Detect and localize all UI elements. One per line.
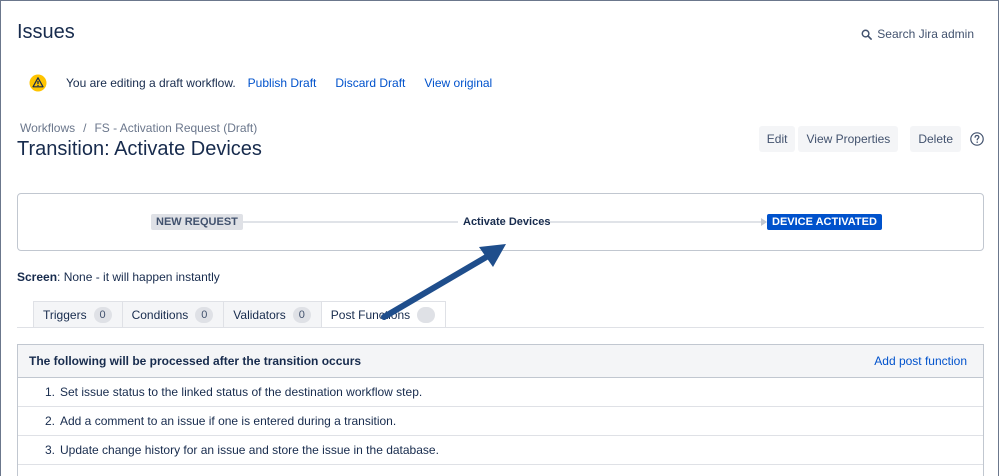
breadcrumb: Workflows / FS - Activation Request (Dra… bbox=[20, 121, 257, 135]
screen-value: : None - it will happen instantly bbox=[57, 270, 220, 284]
status-from-lozenge: NEW REQUEST bbox=[151, 214, 243, 230]
page-title: Issues bbox=[17, 21, 75, 43]
item-number: 1. bbox=[44, 385, 55, 399]
search-icon bbox=[861, 29, 873, 40]
screen-info: Screen: None - it will happen instantly bbox=[17, 270, 220, 284]
tab-label: Triggers bbox=[43, 307, 87, 322]
transition-name-label: Activate Devices bbox=[463, 216, 551, 228]
tab-post-functions[interactable]: Post Functions bbox=[321, 301, 447, 328]
view-properties-button[interactable]: View Properties bbox=[798, 126, 899, 152]
transition-tabs: Triggers 0 Conditions 0 Validators 0 Pos… bbox=[33, 301, 447, 328]
count-badge: 0 bbox=[93, 306, 112, 323]
add-post-function-link[interactable]: Add post function bbox=[874, 354, 967, 368]
item-number: 3. bbox=[44, 443, 55, 457]
tab-label: Post Functions bbox=[330, 308, 411, 322]
delete-button[interactable]: Delete bbox=[910, 126, 961, 152]
screen-label: Screen bbox=[17, 270, 58, 284]
list-item: 3. Update change history for an issue an… bbox=[18, 436, 983, 465]
tab-divider bbox=[17, 327, 984, 328]
count-badge bbox=[417, 307, 436, 323]
tab-label: Validators bbox=[233, 307, 286, 322]
breadcrumb-separator: / bbox=[83, 121, 87, 135]
count-badge: 0 bbox=[195, 306, 214, 323]
tab-label: Conditions bbox=[131, 307, 189, 322]
breadcrumb-workflows-link[interactable]: Workflows bbox=[20, 121, 75, 135]
breadcrumb-current-workflow[interactable]: FS - Activation Request (Draft) bbox=[94, 121, 257, 135]
count-badge: 0 bbox=[292, 306, 311, 323]
transition-title: Transition: Activate Devices bbox=[17, 138, 262, 160]
edit-button[interactable]: Edit bbox=[758, 126, 796, 152]
tab-conditions[interactable]: Conditions 0 bbox=[122, 301, 225, 327]
item-text: Add a comment to an issue if one is ente… bbox=[60, 414, 397, 428]
tab-triggers[interactable]: Triggers 0 bbox=[33, 301, 123, 327]
post-functions-header: The following will be processed after th… bbox=[18, 345, 983, 378]
search-label: Search Jira admin bbox=[877, 27, 974, 41]
list-item-cutoff bbox=[18, 465, 983, 476]
publish-draft-link[interactable]: Publish Draft bbox=[248, 76, 317, 90]
status-to-lozenge: DEVICE ACTIVATED bbox=[767, 214, 882, 230]
post-functions-panel: The following will be processed after th… bbox=[17, 344, 984, 476]
transition-diagram: NEW REQUEST Activate Devices DEVICE ACTI… bbox=[17, 193, 984, 251]
discard-draft-link[interactable]: Discard Draft bbox=[335, 76, 405, 90]
item-text: Set issue status to the linked status of… bbox=[60, 385, 423, 399]
draft-workflow-banner: You are editing a draft workflow. Publis… bbox=[29, 73, 511, 93]
item-text: Update change history for an issue and s… bbox=[60, 443, 439, 457]
post-functions-title: The following will be processed after th… bbox=[29, 354, 362, 368]
jira-admin-window: Issues Search Jira admin You are editing… bbox=[0, 0, 999, 476]
item-number: 2. bbox=[44, 414, 55, 428]
list-item: 1. Set issue status to the linked status… bbox=[18, 378, 983, 407]
draft-message: You are editing a draft workflow. bbox=[66, 76, 236, 90]
search-jira-admin[interactable]: Search Jira admin bbox=[861, 27, 974, 41]
transition-actions: Edit View Properties Delete bbox=[758, 126, 984, 152]
tab-validators[interactable]: Validators 0 bbox=[224, 301, 322, 327]
warning-icon bbox=[29, 74, 47, 92]
help-icon[interactable] bbox=[970, 132, 984, 146]
list-item: 2. Add a comment to an issue if one is e… bbox=[18, 407, 983, 436]
view-original-link[interactable]: View original bbox=[424, 76, 492, 90]
